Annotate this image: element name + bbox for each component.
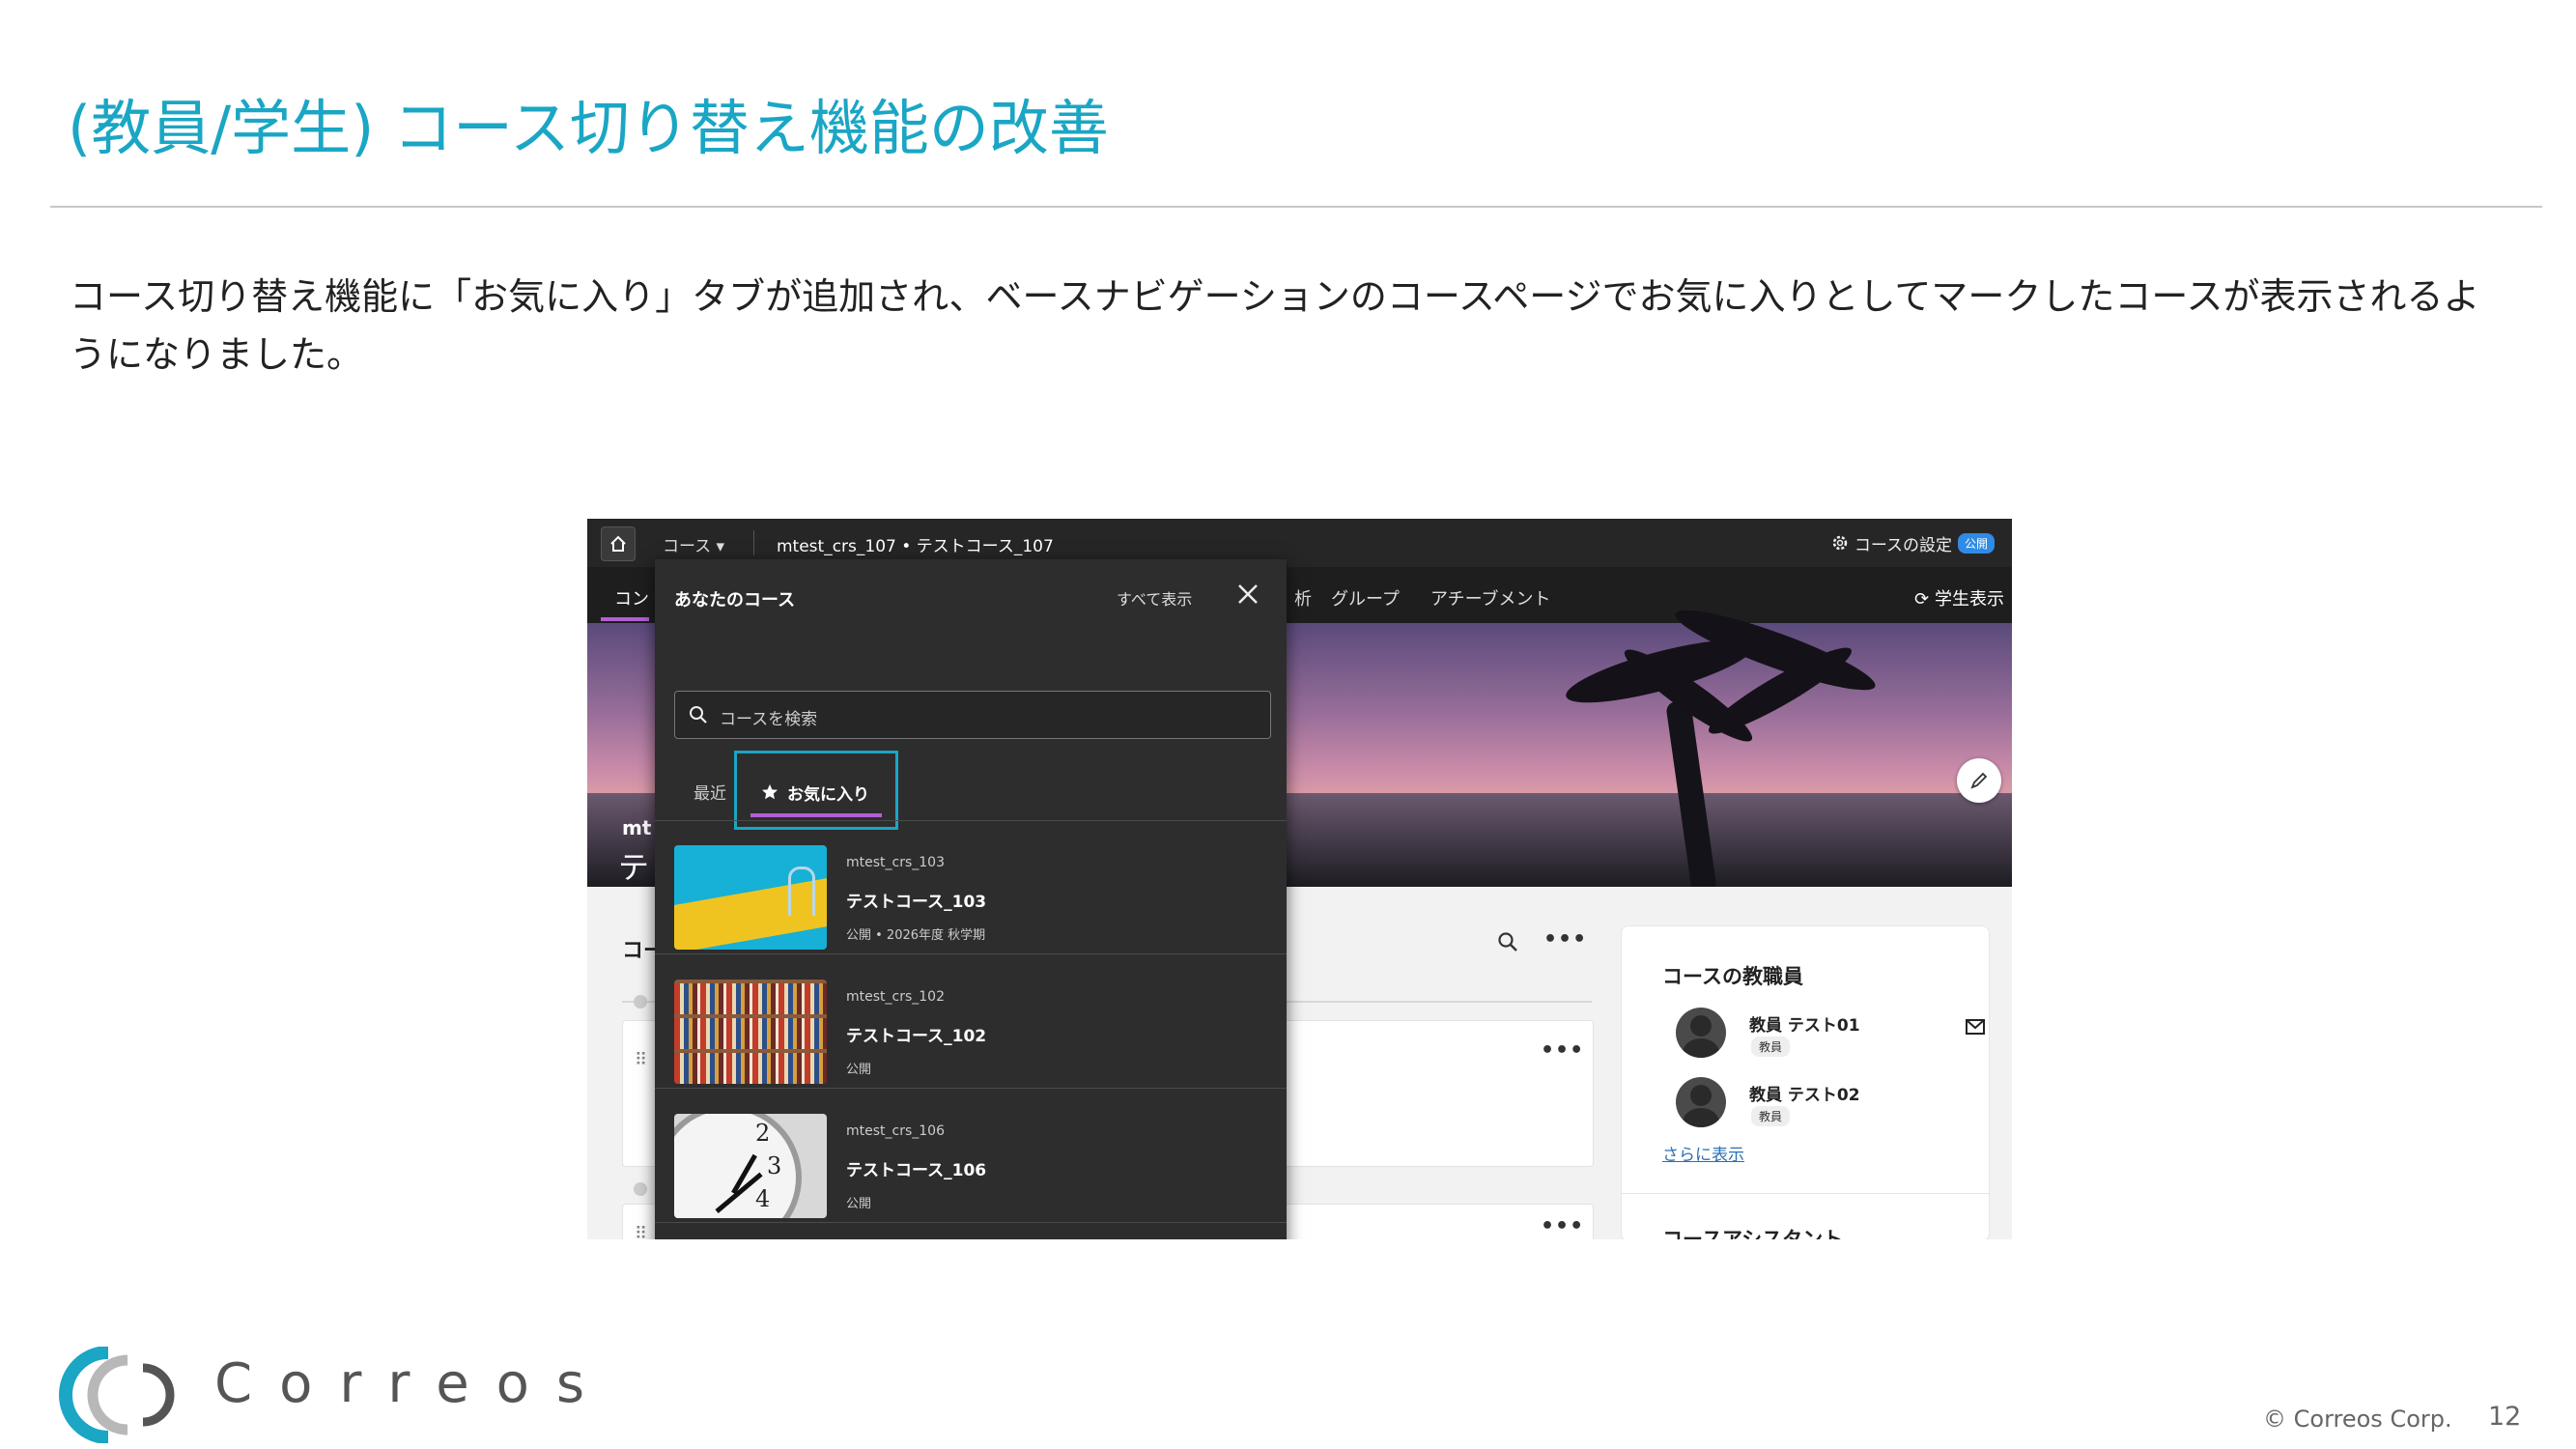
drag-handle-icon[interactable]: ⠿ xyxy=(635,1224,647,1239)
tab-favorites-label: お気に入り xyxy=(787,785,869,805)
staff-role-badge: 教員 xyxy=(1751,1106,1791,1126)
course-list-item[interactable]: mtest_crs_01 xyxy=(655,1223,1287,1239)
course-switcher-dropdown: あなたのコース すべて表示 コースを検索 最近 お気に入り mtest_crs_… xyxy=(655,559,1287,1239)
drag-handle-icon[interactable]: ⠿ xyxy=(635,1050,647,1070)
close-icon[interactable] xyxy=(1234,581,1261,608)
course-thumbnail xyxy=(674,980,827,1084)
pencil-icon xyxy=(1970,772,1988,789)
add-item-button[interactable] xyxy=(634,995,647,1009)
tab-achievements[interactable]: アチーブメント xyxy=(1430,585,1551,611)
course-code: mtest_crs_102 xyxy=(846,989,945,1005)
correos-logo-icon xyxy=(59,1347,175,1443)
star-icon xyxy=(762,784,778,800)
title-divider xyxy=(50,206,2542,208)
tab-content[interactable]: コン xyxy=(614,585,649,611)
show-more-link[interactable]: さらに表示 xyxy=(1662,1141,1744,1165)
tab-groups[interactable]: グループ xyxy=(1331,585,1400,611)
course-search-input[interactable]: コースを検索 xyxy=(674,691,1271,739)
home-icon xyxy=(610,535,626,552)
course-menu-button[interactable]: コース ▾ xyxy=(663,532,724,556)
dropdown-title: あなたのコース xyxy=(674,590,796,611)
course-code: mtest_crs_103 xyxy=(846,855,945,870)
course-staff-panel: コースの教職員 教員 テスト01 教員 教員 テスト02 教員 さらに表示 コー… xyxy=(1621,925,1990,1239)
course-list-item[interactable]: mtest_crs_103 テストコース_103 公開 • 2026年度 秋学期 xyxy=(655,820,1287,954)
staff-name: 教員 テスト02 xyxy=(1749,1086,1860,1105)
course-meta: 公開 xyxy=(846,1063,872,1077)
ui-screenshot: コース ▾ mtest_crs_107 • テストコース_107 コースの設定 … xyxy=(587,519,2012,1239)
status-badge: 公開 xyxy=(1957,532,1995,554)
avatar xyxy=(1676,1077,1726,1127)
course-name: テストコース_103 xyxy=(846,893,987,912)
staff-role-badge: 教員 xyxy=(1751,1037,1791,1057)
course-breadcrumb: mtest_crs_107 • テストコース_107 xyxy=(777,537,1054,556)
staff-entry[interactable]: 教員 テスト01 教員 xyxy=(1676,1008,1995,1065)
staff-panel-title: コースの教職員 xyxy=(1662,965,1803,988)
slide-title: (教員/学生) コース切り替え機能の改善 xyxy=(68,93,1109,163)
course-meta: 公開 xyxy=(846,1197,872,1211)
edit-banner-button[interactable] xyxy=(1957,758,2001,803)
panel-divider xyxy=(1622,1193,1989,1194)
card-more-button[interactable]: ••• xyxy=(1541,1038,1584,1063)
staff-entry[interactable]: 教員 テスト02 教員 xyxy=(1676,1077,1995,1135)
logo-wordmark: Correos xyxy=(214,1352,612,1415)
tab-favorites[interactable]: お気に入り xyxy=(734,751,898,830)
student-view-label: 学生表示 xyxy=(1935,589,2004,610)
avatar xyxy=(1676,1008,1726,1058)
course-list-item[interactable]: mtest_crs_102 テストコース_102 公開 xyxy=(655,954,1287,1089)
course-list-item[interactable]: 2 3 4 mtest_crs_106 テストコース_106 公開 xyxy=(655,1089,1287,1223)
course-meta: 公開 • 2026年度 秋学期 xyxy=(846,928,986,943)
slide-body-text: コース切り替え機能に「お気に入り」タブが追加され、ベースナビゲーションのコースペ… xyxy=(70,275,2480,376)
course-name: テストコース_102 xyxy=(846,1027,987,1046)
course-settings-label: コースの設定 xyxy=(1854,535,1952,555)
tab-recent[interactable]: 最近 xyxy=(694,780,726,804)
course-code: mtest_crs_106 xyxy=(846,1123,945,1139)
active-tab-indicator xyxy=(601,617,649,621)
view-all-link[interactable]: すべて表示 xyxy=(1117,586,1192,610)
content-more-button[interactable]: ••• xyxy=(1543,927,1587,952)
copyright: © Correos Corp. xyxy=(2263,1406,2452,1433)
mail-icon[interactable] xyxy=(1966,1019,1985,1035)
search-placeholder: コースを検索 xyxy=(720,710,818,729)
search-icon xyxy=(690,706,707,724)
gear-icon xyxy=(1832,535,1848,551)
course-name: テストコース_106 xyxy=(846,1161,987,1180)
search-icon[interactable] xyxy=(1497,931,1518,952)
topbar-separator xyxy=(753,530,754,555)
banner-course-code: mt xyxy=(622,816,652,839)
active-tab-indicator xyxy=(750,813,882,817)
course-thumbnail: 2 3 4 xyxy=(674,1114,827,1218)
student-view-button[interactable]: ⟳ 学生表示 xyxy=(1914,585,2004,611)
home-button[interactable] xyxy=(601,526,636,561)
refresh-icon: ⟳ xyxy=(1914,589,1930,610)
staff-name: 教員 テスト01 xyxy=(1749,1016,1860,1036)
card-more-button[interactable]: ••• xyxy=(1541,1214,1584,1238)
tab-analytics[interactable]: 析 xyxy=(1294,585,1312,611)
add-item-button[interactable] xyxy=(634,1182,647,1196)
banner-course-name: テ xyxy=(618,849,650,886)
course-thumbnail xyxy=(674,845,827,950)
course-settings-button[interactable]: コースの設定 公開 xyxy=(1831,530,1995,555)
page-number: 12 xyxy=(2488,1402,2522,1432)
assistant-panel-title: コースアシスタント xyxy=(1662,1228,1844,1239)
